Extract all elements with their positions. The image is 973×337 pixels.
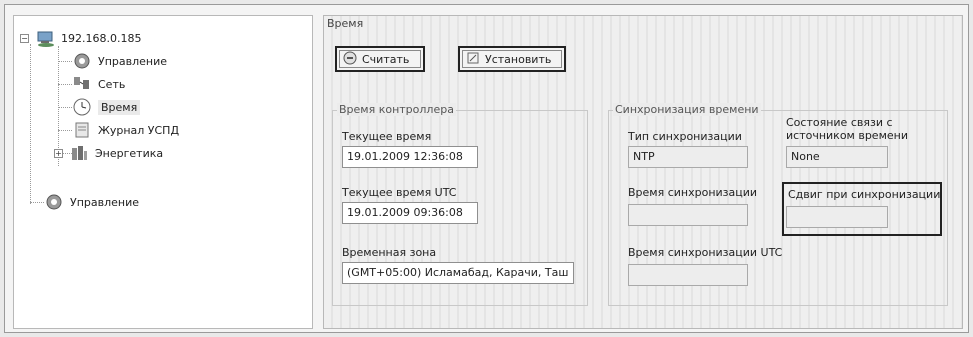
tree-item-management-top[interactable]: Управление <box>44 192 139 212</box>
tree-item-label: Журнал УСПД <box>98 123 180 137</box>
tree-connector <box>58 84 72 85</box>
read-button-label: Считать <box>362 52 410 66</box>
tree-connector <box>30 202 44 203</box>
tree-item-energy[interactable]: + Энергетика <box>54 143 163 163</box>
clock-icon <box>72 97 92 117</box>
current-utc-field[interactable]: 19.01.2009 09:36:08 <box>342 202 478 224</box>
sync-time-utc-field <box>628 264 748 286</box>
sync-type-label: Тип синхронизации <box>628 130 742 143</box>
tree-item-time[interactable]: Время <box>72 97 141 117</box>
source-status-label-line: Состояние связи с <box>786 116 893 129</box>
time-panel: Время Считать Установить Время контролле… <box>323 15 963 329</box>
collapse-toggle[interactable]: − <box>20 33 29 43</box>
source-status-field: None <box>786 146 888 168</box>
network-computer-icon <box>35 28 55 48</box>
tree-item-label: Энергетика <box>95 146 164 160</box>
tree-item-label: Управление <box>98 54 168 68</box>
tree-item-label: Сеть <box>98 77 126 91</box>
current-time-field[interactable]: 19.01.2009 12:36:08 <box>342 146 478 168</box>
tree-connector <box>30 44 31 204</box>
sync-time-field <box>628 204 748 226</box>
group-title: Время контроллера <box>337 103 456 116</box>
timezone-select[interactable]: (GMT+05:00) Исламабад, Карачи, Таш <box>342 262 574 284</box>
tree-root-node[interactable]: − 192.168.0.185 <box>20 28 141 48</box>
source-status-label: Состояние связи с источником времени <box>786 116 908 142</box>
current-utc-label: Текущее время UTC <box>342 186 457 199</box>
current-time-label: Текущее время <box>342 130 432 143</box>
tree-item-network[interactable]: Сеть <box>72 74 125 94</box>
journal-icon <box>72 120 92 140</box>
device-tree[interactable]: − 192.168.0.185 Управление Сеть Время Жу… <box>13 15 313 329</box>
tree-item-label: Время <box>98 99 141 115</box>
set-icon <box>466 51 480 68</box>
tree-connector <box>58 130 72 131</box>
tree-root-label: 192.168.0.185 <box>61 31 142 45</box>
read-button[interactable]: Считать <box>335 46 425 72</box>
sync-time-utc-label: Время синхронизации UTC <box>628 246 783 259</box>
sync-type-field: NTP <box>628 146 748 168</box>
gear-icon <box>44 192 64 212</box>
network-icon <box>72 74 92 94</box>
sync-time-label: Время синхронизации <box>628 186 758 199</box>
tree-item-management[interactable]: Управление <box>72 51 167 71</box>
window-frame: − 192.168.0.185 Управление Сеть Время Жу… <box>4 4 969 333</box>
set-button[interactable]: Установить <box>458 46 566 72</box>
panel-title: Время <box>327 17 364 30</box>
gear-icon <box>72 51 92 71</box>
tree-connector <box>58 61 72 62</box>
tree-connector <box>58 107 72 108</box>
expand-toggle[interactable]: + <box>54 148 63 158</box>
energy-icon <box>69 143 89 163</box>
set-button-label: Установить <box>485 52 552 66</box>
sync-offset-field <box>786 206 888 228</box>
tree-item-journal[interactable]: Журнал УСПД <box>72 120 179 140</box>
read-icon <box>343 51 357 68</box>
sync-offset-label: Сдвиг при синхронизации <box>788 188 941 201</box>
tree-item-label: Управление <box>70 195 140 209</box>
source-status-label-line: источником времени <box>786 129 908 142</box>
timezone-label: Временная зона <box>342 246 437 259</box>
group-title: Синхронизация времени <box>613 103 761 116</box>
